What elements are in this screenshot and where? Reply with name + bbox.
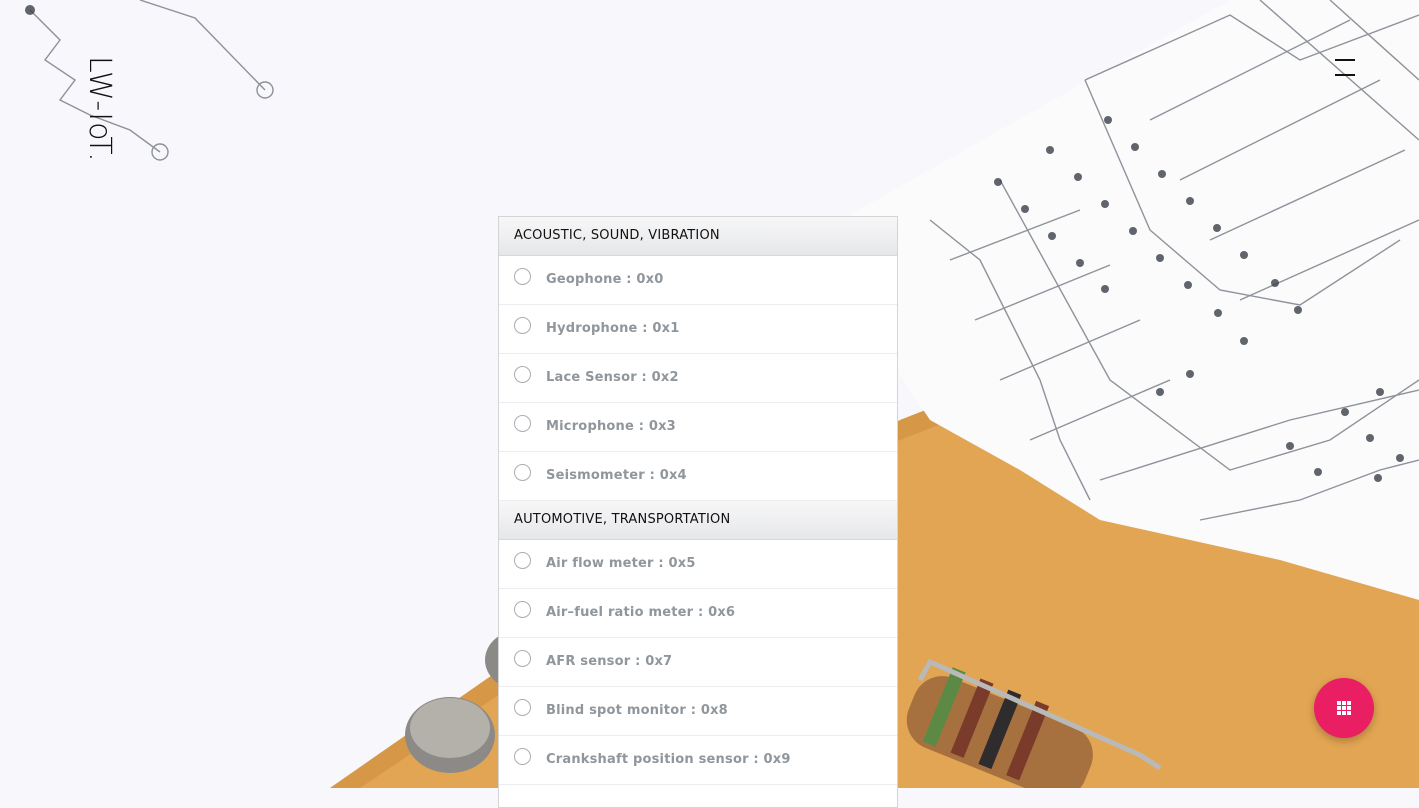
- radio-button-icon[interactable]: [514, 268, 531, 285]
- option-label: Air–fuel ratio meter : 0x6: [546, 605, 736, 620]
- option-blind-spot-monitor[interactable]: Blind spot monitor : 0x8: [499, 687, 897, 736]
- option-label: Microphone : 0x3: [546, 419, 676, 434]
- brand-logo[interactable]: LW-IoT.: [82, 56, 117, 163]
- option-label: Blind spot monitor : 0x8: [546, 703, 728, 718]
- option-hydrophone[interactable]: Hydrophone : 0x1: [499, 305, 897, 354]
- option-label: AFR sensor : 0x7: [546, 654, 673, 669]
- menu-line-bottom: [1335, 74, 1355, 76]
- option-lace-sensor[interactable]: Lace Sensor : 0x2: [499, 354, 897, 403]
- option-seismometer[interactable]: Seismometer : 0x4: [499, 452, 897, 501]
- option-microphone[interactable]: Microphone : 0x3: [499, 403, 897, 452]
- option-geophone[interactable]: Geophone : 0x0: [499, 256, 897, 305]
- option-crankshaft-position-sensor[interactable]: Crankshaft position sensor : 0x9: [499, 736, 897, 785]
- radio-button-icon[interactable]: [514, 601, 531, 618]
- option-air-flow-meter[interactable]: Air flow meter : 0x5: [499, 540, 897, 589]
- radio-button-icon[interactable]: [514, 415, 531, 432]
- option-label: Air flow meter : 0x5: [546, 556, 696, 571]
- option-label: Seismometer : 0x4: [546, 468, 687, 483]
- radio-button-icon[interactable]: [514, 552, 531, 569]
- option-afr-sensor[interactable]: AFR sensor : 0x7: [499, 638, 897, 687]
- apps-fab-button[interactable]: [1314, 678, 1374, 738]
- sensor-select-panel: ACOUSTIC, SOUND, VIBRATION Geophone : 0x…: [498, 216, 898, 808]
- radio-button-icon[interactable]: [514, 650, 531, 667]
- radio-button-icon[interactable]: [514, 699, 531, 716]
- option-label: Hydrophone : 0x1: [546, 321, 680, 336]
- radio-button-icon[interactable]: [514, 748, 531, 765]
- group-header-acoustic: ACOUSTIC, SOUND, VIBRATION: [499, 217, 897, 256]
- radio-button-icon[interactable]: [514, 464, 531, 481]
- hamburger-menu-icon[interactable]: [1331, 55, 1359, 81]
- apps-grid-icon: [1337, 701, 1351, 715]
- menu-line-top: [1335, 59, 1355, 61]
- option-label: Crankshaft position sensor : 0x9: [546, 752, 791, 767]
- radio-button-icon[interactable]: [514, 317, 531, 334]
- option-label: Lace Sensor : 0x2: [546, 370, 679, 385]
- radio-button-icon[interactable]: [514, 366, 531, 383]
- option-air-fuel-ratio-meter[interactable]: Air–fuel ratio meter : 0x6: [499, 589, 897, 638]
- group-header-automotive: AUTOMOTIVE, TRANSPORTATION: [499, 501, 897, 540]
- option-label: Geophone : 0x0: [546, 272, 664, 287]
